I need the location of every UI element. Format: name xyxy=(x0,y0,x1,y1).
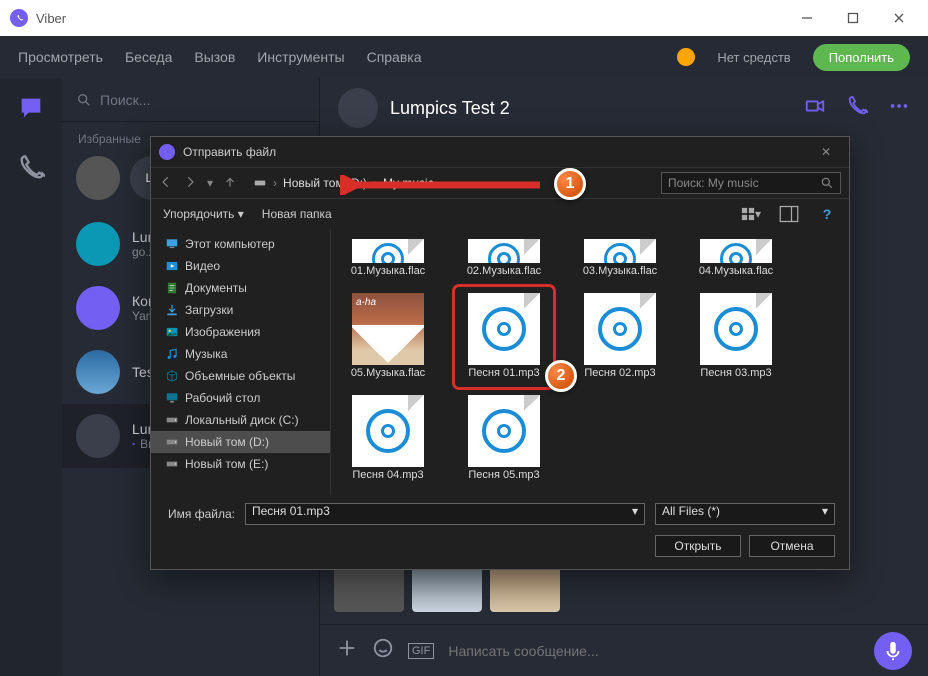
breadcrumb-drive[interactable]: Новый том (D:) xyxy=(283,176,367,190)
file-item[interactable]: Песня 01.mp3 xyxy=(457,289,551,385)
breadcrumb[interactable]: › Новый том (D:) › My music xyxy=(247,174,440,192)
annotation-bubble-2: 2 xyxy=(545,360,577,392)
open-file-dialog: Отправить файл ✕ ▾ › Новый том (D:) › My… xyxy=(150,136,850,570)
menu-help[interactable]: Справка xyxy=(367,49,422,65)
file-item[interactable]: 03.Музыка.flac xyxy=(573,235,667,283)
annotation-bubble-1: 1 xyxy=(554,168,586,200)
gif-icon[interactable]: GIF xyxy=(408,643,434,659)
close-button[interactable] xyxy=(876,2,922,34)
dialog-sidebar: Этот компьютерВидеоДокументыЗагрузкиИзоб… xyxy=(151,229,331,495)
file-item[interactable]: Песня 02.mp3 xyxy=(573,289,667,385)
cancel-button[interactable]: Отмена xyxy=(749,535,835,557)
maximize-button[interactable] xyxy=(830,2,876,34)
view-mode-icon[interactable]: ▾ xyxy=(741,205,761,223)
menu-tools[interactable]: Инструменты xyxy=(257,49,344,65)
user-avatar-icon[interactable] xyxy=(677,48,695,66)
file-item[interactable]: 05.Музыка.flac xyxy=(341,289,435,385)
dialog-toolbar: Упорядочить ▾ Новая папка ▾ ? xyxy=(151,199,849,229)
file-filter-field[interactable]: All Files (*)▾ xyxy=(655,503,835,525)
nav-up-icon[interactable] xyxy=(223,175,237,192)
file-item[interactable]: Песня 03.mp3 xyxy=(689,289,783,385)
sidebar-item[interactable]: Видео xyxy=(151,255,330,277)
sidebar-item[interactable]: Рабочий стол xyxy=(151,387,330,409)
sidebar-item[interactable]: Загрузки xyxy=(151,299,330,321)
search-field[interactable]: Поиск... xyxy=(62,78,319,122)
sidebar-item[interactable]: Локальный диск (C:) xyxy=(151,409,330,431)
file-item[interactable]: 02.Музыка.flac xyxy=(457,235,551,283)
favorite-contact[interactable] xyxy=(76,156,120,200)
avatar-icon xyxy=(76,222,120,266)
dialog-search-placeholder: Поиск: My music xyxy=(668,176,759,190)
calls-tab-icon[interactable] xyxy=(13,150,49,186)
new-folder-button[interactable]: Новая папка xyxy=(262,207,332,221)
avatar-icon xyxy=(76,414,120,458)
organize-button[interactable]: Упорядочить ▾ xyxy=(163,207,244,221)
nav-forward-icon[interactable] xyxy=(183,175,197,192)
search-placeholder: Поиск... xyxy=(100,92,150,108)
emoji-icon[interactable] xyxy=(372,637,394,664)
help-icon[interactable]: ? xyxy=(817,205,837,223)
dialog-titlebar: Отправить файл ✕ xyxy=(151,137,849,167)
balance-label: Нет средств xyxy=(717,50,790,65)
drive-icon xyxy=(253,176,267,190)
preview-pane-icon[interactable] xyxy=(779,205,799,223)
filename-field[interactable]: Песня 01.mp3▾ xyxy=(245,503,645,525)
window-titlebar: Viber xyxy=(0,0,928,36)
dialog-close-button[interactable]: ✕ xyxy=(811,145,841,159)
sidebar-item[interactable]: Объемные объекты xyxy=(151,365,330,387)
window-title: Viber xyxy=(36,11,66,26)
nav-back-icon[interactable] xyxy=(159,175,173,192)
viber-logo-icon xyxy=(10,9,28,27)
file-item[interactable]: 01.Музыка.flac xyxy=(341,235,435,283)
menu-call[interactable]: Вызов xyxy=(194,49,235,65)
viber-logo-icon xyxy=(159,144,175,160)
sidebar-item[interactable]: Музыка xyxy=(151,343,330,365)
dialog-nav-bar: ▾ › Новый том (D:) › My music Поиск: My … xyxy=(151,167,849,199)
sidebar-item[interactable]: Новый том (E:) xyxy=(151,453,330,475)
dialog-footer: Имя файла: Песня 01.mp3▾ All Files (*)▾ … xyxy=(151,495,849,569)
breadcrumb-folder[interactable]: My music xyxy=(383,176,434,190)
file-item[interactable]: 04.Музыка.flac xyxy=(689,235,783,283)
message-composer: GIF xyxy=(320,624,928,676)
file-item[interactable]: Песня 04.mp3 xyxy=(341,391,435,487)
message-input[interactable] xyxy=(448,643,860,659)
chats-tab-icon[interactable] xyxy=(13,90,49,126)
menu-chat[interactable]: Беседа xyxy=(125,49,172,65)
video-call-icon[interactable] xyxy=(804,95,826,122)
menu-bar: Просмотреть Беседа Вызов Инструменты Спр… xyxy=(0,36,928,78)
voice-call-icon[interactable] xyxy=(846,95,868,122)
menu-view[interactable]: Просмотреть xyxy=(18,49,103,65)
dialog-title: Отправить файл xyxy=(183,145,276,159)
chat-title: Lumpics Test 2 xyxy=(390,98,510,119)
voice-record-button[interactable] xyxy=(874,632,912,670)
open-button[interactable]: Открыть xyxy=(655,535,741,557)
dialog-search-field[interactable]: Поиск: My music xyxy=(661,172,841,194)
sidebar-item[interactable]: Новый том (D:) xyxy=(151,431,330,453)
minimize-button[interactable] xyxy=(784,2,830,34)
sidebar-item[interactable]: Изображения xyxy=(151,321,330,343)
chat-avatar-icon[interactable] xyxy=(338,88,378,128)
top-up-button[interactable]: Пополнить xyxy=(813,44,910,71)
chat-menu-icon[interactable] xyxy=(888,95,910,122)
avatar-icon xyxy=(76,286,120,330)
sidebar-item[interactable]: Документы xyxy=(151,277,330,299)
dialog-file-list: 01.Музыка.flac 02.Музыка.flac 03.Музыка.fl… xyxy=(331,229,849,495)
attach-plus-icon[interactable] xyxy=(336,637,358,664)
file-item[interactable]: Песня 05.mp3 xyxy=(457,391,551,487)
sidebar-item[interactable]: Этот компьютер xyxy=(151,233,330,255)
sidebar-rail xyxy=(0,78,62,676)
filename-label: Имя файла: xyxy=(165,507,235,521)
avatar-icon xyxy=(76,350,120,394)
